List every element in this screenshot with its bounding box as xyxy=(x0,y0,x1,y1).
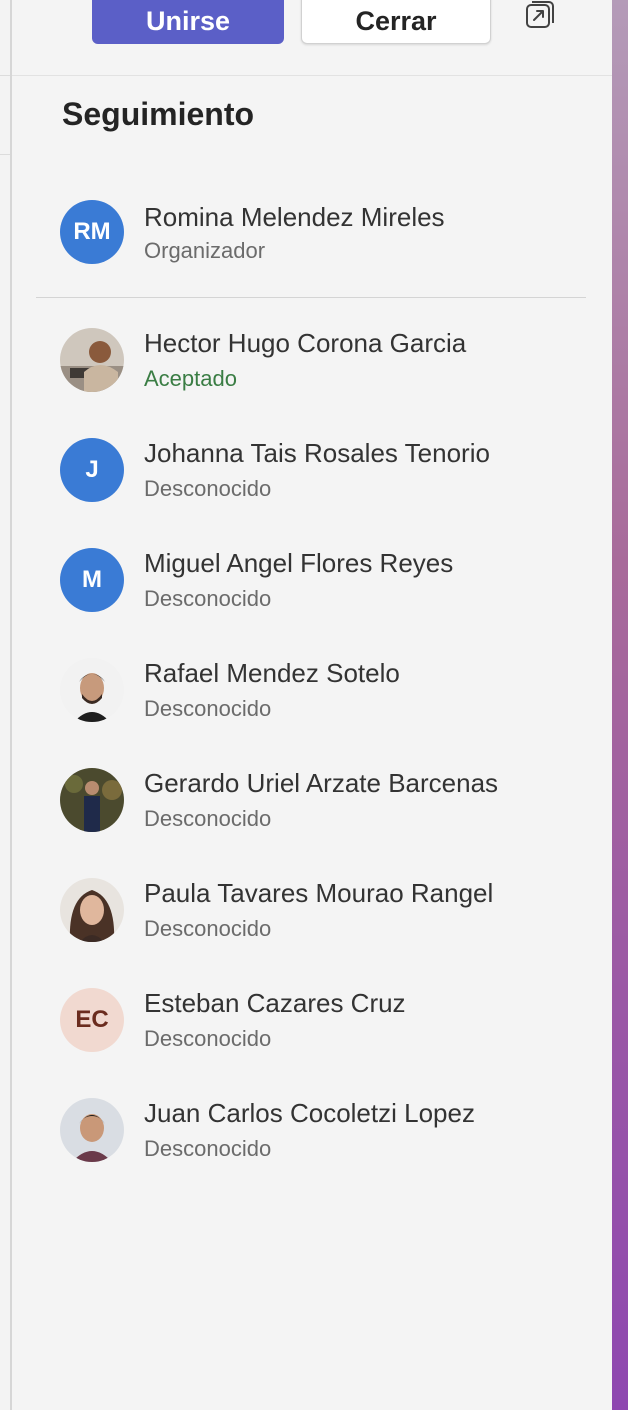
avatar xyxy=(60,768,124,832)
avatar: J xyxy=(60,438,124,502)
attendee-item[interactable]: J Johanna Tais Rosales Tenorio Desconoci… xyxy=(60,438,600,504)
status-badge: Desconocido xyxy=(144,586,272,611)
participants-panel: Unirse Cerrar Seguimiento RM Romina Mele… xyxy=(12,0,612,1410)
attendee-item[interactable]: M Miguel Angel Flores Reyes Desconocido xyxy=(60,548,600,614)
avatar: M xyxy=(60,548,124,612)
person-name: Paula Tavares Mourao Rangel xyxy=(144,878,494,908)
background-gradient xyxy=(612,0,628,1410)
person-name: Gerardo Uriel Arzate Barcenas xyxy=(144,768,499,798)
attendee-item[interactable]: Juan Carlos Cocoletzi Lopez Desconocido xyxy=(60,1098,600,1164)
avatar: RM xyxy=(60,200,124,264)
avatar xyxy=(60,878,124,942)
person-name: Romina Melendez Mireles xyxy=(144,202,445,232)
person-name: Hector Hugo Corona Garcia xyxy=(144,328,467,358)
left-pane-edge xyxy=(0,0,12,1410)
person-name: Johanna Tais Rosales Tenorio xyxy=(144,438,490,468)
avatar: EC xyxy=(60,988,124,1052)
status-badge: Desconocido xyxy=(144,916,272,941)
status-badge: Desconocido xyxy=(144,696,272,721)
status-badge: Desconocido xyxy=(144,1026,272,1051)
avatar xyxy=(60,328,124,392)
person-name: Miguel Angel Flores Reyes xyxy=(144,548,454,578)
attendee-item[interactable]: EC Esteban Cazares Cruz Desconocido xyxy=(60,988,600,1054)
attendee-item[interactable]: Rafael Mendez Sotelo Desconocido xyxy=(60,658,600,724)
organizer-item[interactable]: RM Romina Melendez Mireles Organizador xyxy=(60,200,600,266)
popout-icon[interactable] xyxy=(524,0,556,32)
status-badge: Desconocido xyxy=(144,476,272,501)
divider xyxy=(36,297,586,298)
attendee-item[interactable]: Hector Hugo Corona Garcia Aceptado xyxy=(60,328,600,394)
person-name: Rafael Mendez Sotelo xyxy=(144,658,400,688)
status-badge: Desconocido xyxy=(144,806,272,831)
attendee-item[interactable]: Paula Tavares Mourao Rangel Desconocido xyxy=(60,878,600,944)
close-button[interactable]: Cerrar xyxy=(301,0,491,44)
section-title: Seguimiento xyxy=(62,96,255,132)
status-badge: Aceptado xyxy=(144,366,237,391)
toolbar: Unirse Cerrar xyxy=(12,0,612,76)
join-button[interactable]: Unirse xyxy=(92,0,284,44)
status-badge: Desconocido xyxy=(144,1136,272,1161)
person-role: Organizador xyxy=(144,238,266,263)
person-name: Juan Carlos Cocoletzi Lopez xyxy=(144,1098,475,1128)
person-name: Esteban Cazares Cruz xyxy=(144,988,406,1018)
attendee-item[interactable]: Gerardo Uriel Arzate Barcenas Desconocid… xyxy=(60,768,600,834)
avatar xyxy=(60,1098,124,1162)
avatar xyxy=(60,658,124,722)
